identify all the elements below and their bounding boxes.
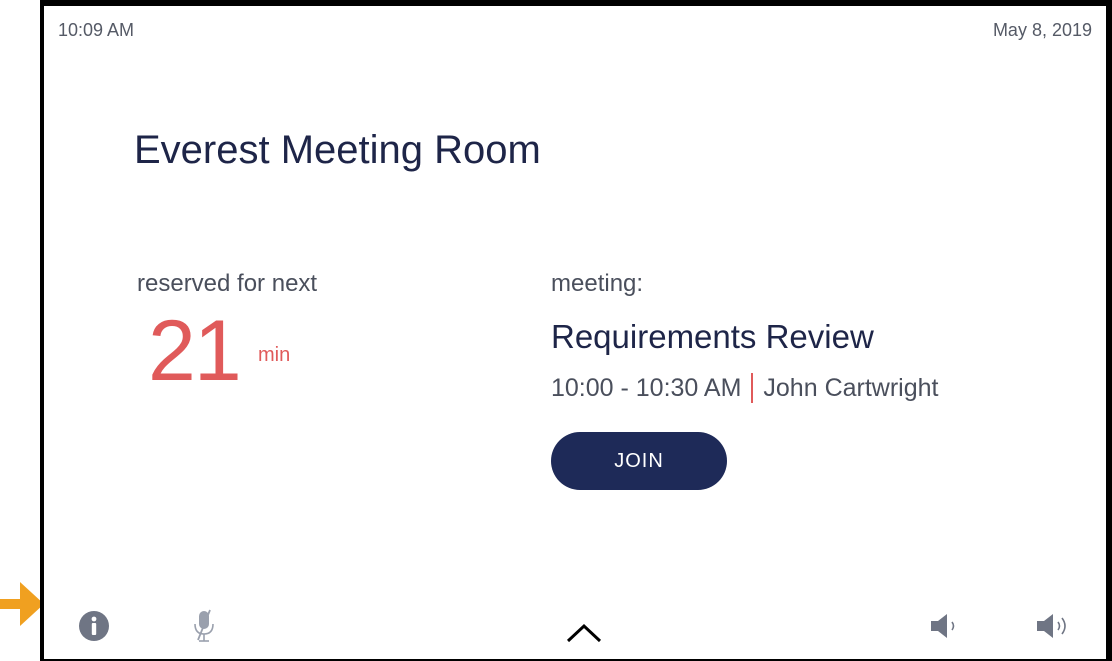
status-date: May 8, 2019 <box>992 20 1092 40</box>
meeting-details: 10:00 - 10:30 AM John Cartwright <box>551 373 938 403</box>
join-button[interactable]: JOIN <box>551 432 727 490</box>
meeting-label: meeting: <box>551 270 644 297</box>
status-time: 10:09 AM <box>58 20 135 40</box>
reserved-unit: min <box>258 344 291 366</box>
mic-muted-icon[interactable] <box>190 608 218 644</box>
meeting-organizer: John Cartwright <box>763 373 939 402</box>
canvas: 10:09 AM May 8, 2019 Everest Meeting Roo… <box>0 0 1112 661</box>
volume-down-icon[interactable] <box>928 610 962 642</box>
pointer-arrow-icon <box>0 582 44 626</box>
reserved-minutes: 21 <box>148 303 242 399</box>
chevron-up-icon[interactable] <box>564 618 604 648</box>
reserved-label: reserved for next <box>137 270 318 297</box>
meeting-name: Requirements Review <box>551 318 874 355</box>
info-icon[interactable] <box>78 610 110 642</box>
details-divider <box>751 373 754 403</box>
meeting-time-range: 10:00 - 10:30 AM <box>551 373 742 402</box>
touch-panel-screen: 10:09 AM May 8, 2019 Everest Meeting Roo… <box>44 6 1106 659</box>
volume-up-icon[interactable] <box>1034 610 1074 642</box>
room-title: Everest Meeting Room <box>134 128 541 172</box>
